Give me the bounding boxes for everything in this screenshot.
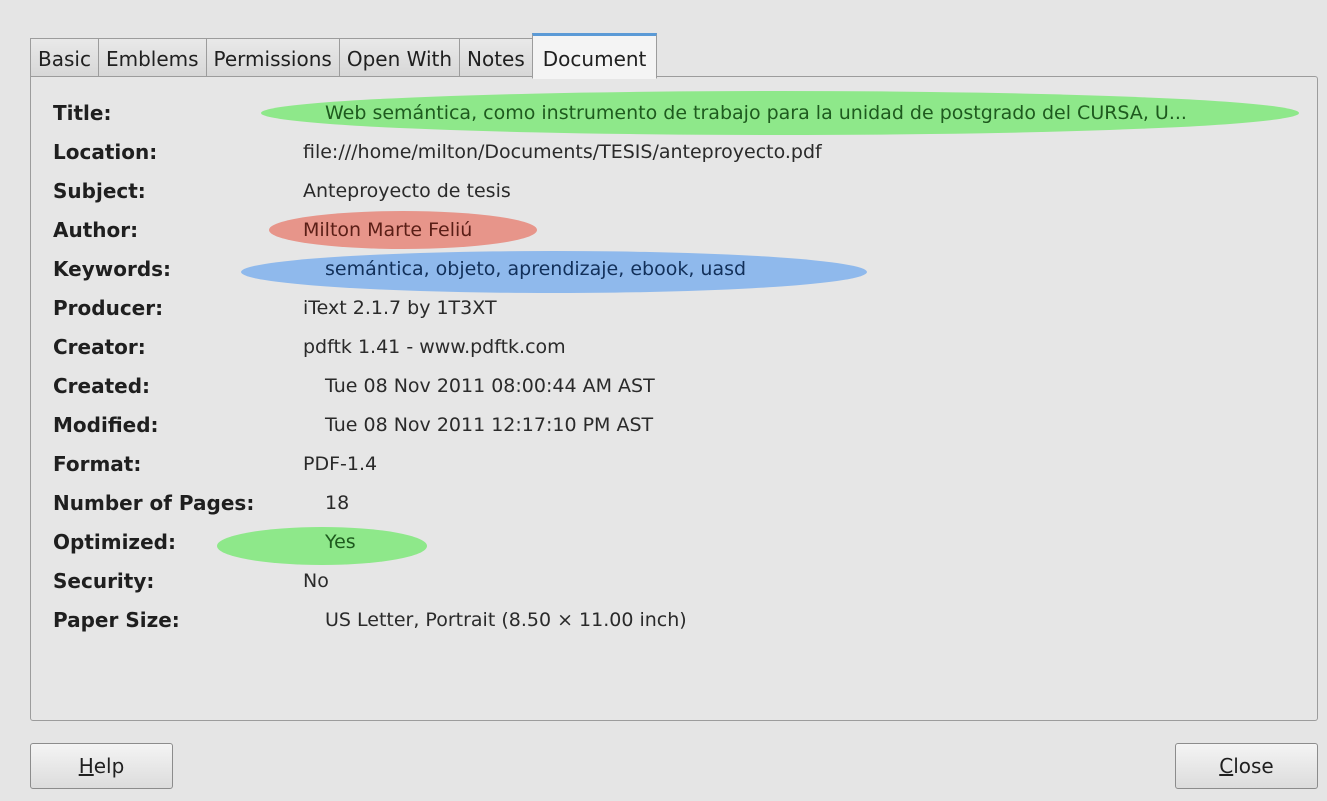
property-row-paper-size: Paper Size: US Letter, Portrait (8.50 × … (53, 604, 1303, 636)
property-label: Creator: (53, 335, 146, 359)
property-label: Author: (53, 218, 139, 242)
property-value-keywords: semántica, objeto, aprendizaje, ebook, u… (325, 258, 747, 280)
property-label: Format: (53, 452, 142, 476)
property-label: Location: (53, 140, 158, 164)
property-row-subject: Subject: Anteproyecto de tesis (53, 175, 1303, 207)
property-value-creator: pdftk 1.41 - www.pdftk.com (303, 336, 566, 358)
property-value-format: PDF-1.4 (303, 453, 378, 475)
property-value-title: Web semántica, como instrumento de traba… (325, 102, 1187, 124)
property-row-modified: Modified: Tue 08 Nov 2011 12:17:10 PM AS… (53, 409, 1303, 441)
property-row-created: Created: Tue 08 Nov 2011 08:00:44 AM AST (53, 370, 1303, 402)
property-value-created: Tue 08 Nov 2011 08:00:44 AM AST (325, 375, 655, 397)
property-label: Security: (53, 569, 155, 593)
close-mnemonic: C (1219, 754, 1234, 778)
tab-open-with[interactable]: Open With (338, 38, 460, 78)
tab-permissions[interactable]: Permissions (205, 38, 339, 78)
property-value-paper-size: US Letter, Portrait (8.50 × 11.00 inch) (325, 609, 687, 631)
tab-notes[interactable]: Notes (459, 38, 532, 78)
tab-document[interactable]: Document (531, 33, 658, 79)
property-row-optimized: Optimized: Yes (53, 526, 1303, 558)
property-row-number-of-pages: Number of Pages: 18 (53, 487, 1303, 519)
property-value-security: No (303, 570, 329, 592)
document-properties-dialog: Basic Emblems Permissions Open With Note… (0, 0, 1327, 801)
property-value-producer: iText 2.1.7 by 1T3XT (303, 297, 497, 319)
property-value-location: file:///home/milton/Documents/TESIS/ante… (303, 141, 822, 163)
tab-bar: Basic Emblems Permissions Open With Note… (30, 33, 658, 79)
property-value-subject: Anteproyecto de tesis (303, 180, 511, 202)
tab-basic[interactable]: Basic (30, 38, 98, 78)
property-label: Title: (53, 101, 112, 125)
property-row-security: Security: No (53, 565, 1303, 597)
close-button[interactable]: Close (1175, 743, 1318, 789)
property-row-producer: Producer: iText 2.1.7 by 1T3XT (53, 292, 1303, 324)
close-label: lose (1233, 754, 1274, 778)
property-row-location: Location: file:///home/milton/Documents/… (53, 136, 1303, 168)
property-row-creator: Creator: pdftk 1.41 - www.pdftk.com (53, 331, 1303, 363)
property-label: Keywords: (53, 257, 172, 281)
help-mnemonic: H (78, 754, 94, 778)
document-properties-panel: Title: Web semántica, como instrumento d… (30, 76, 1318, 721)
property-label: Paper Size: (53, 608, 180, 632)
help-label: elp (93, 754, 125, 778)
tab-emblems[interactable]: Emblems (97, 38, 206, 78)
property-label: Producer: (53, 296, 164, 320)
property-label: Created: (53, 374, 151, 398)
property-value-author: Milton Marte Feliú (303, 219, 473, 241)
property-value-number-of-pages: 18 (325, 492, 350, 514)
property-value-optimized: Yes (325, 531, 356, 553)
property-label: Number of Pages: (53, 491, 255, 515)
property-row-title: Title: Web semántica, como instrumento d… (53, 97, 1303, 129)
property-label: Subject: (53, 179, 146, 203)
help-button[interactable]: Help (30, 743, 173, 789)
property-label: Modified: (53, 413, 159, 437)
property-row-author: Author: Milton Marte Feliú (53, 214, 1303, 246)
property-label: Optimized: (53, 530, 176, 554)
property-row-format: Format: PDF-1.4 (53, 448, 1303, 480)
property-value-modified: Tue 08 Nov 2011 12:17:10 PM AST (325, 414, 654, 436)
property-row-keywords: Keywords: semántica, objeto, aprendizaje… (53, 253, 1303, 285)
